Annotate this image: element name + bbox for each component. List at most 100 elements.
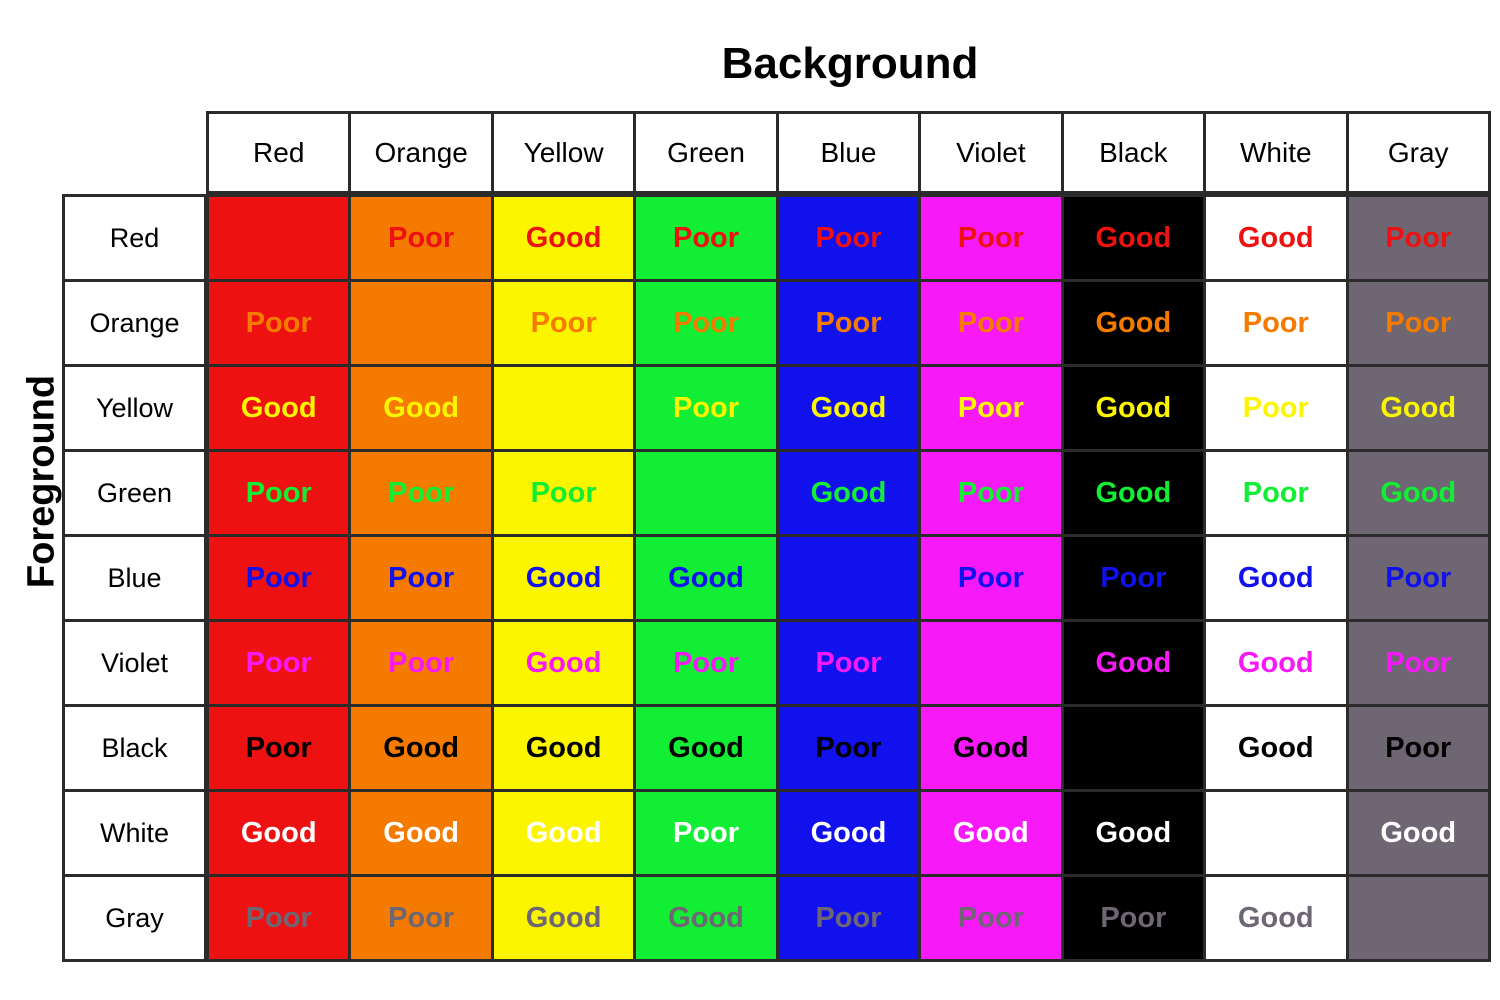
matrix-cell: Poor bbox=[778, 877, 922, 959]
matrix-row: Good Good Poor Good Poor Good Poor Good bbox=[209, 367, 1488, 452]
matrix-cell: Poor bbox=[636, 792, 779, 874]
foreground-axis-title: Foreground bbox=[20, 374, 63, 589]
matrix-cell: Poor bbox=[493, 282, 637, 364]
matrix-cell bbox=[209, 197, 352, 279]
matrix-cell: Poor bbox=[1348, 282, 1488, 364]
matrix-cell: Poor bbox=[209, 452, 352, 534]
matrix-cell: Poor bbox=[1063, 877, 1207, 959]
background-column-header: Violet bbox=[921, 114, 1064, 191]
background-axis-title: Background bbox=[721, 39, 979, 88]
matrix-cell: Good bbox=[351, 792, 494, 874]
matrix-row: Poor Poor Poor Good Poor Good Poor Good bbox=[209, 452, 1488, 537]
matrix-cell: Good bbox=[1063, 622, 1207, 704]
matrix-cell: Poor bbox=[636, 622, 779, 704]
matrix-cell: Good bbox=[921, 707, 1064, 789]
foreground-row-header: Violet bbox=[65, 622, 204, 707]
background-column-header: Yellow bbox=[493, 114, 637, 191]
matrix-cell: Good bbox=[1063, 452, 1207, 534]
matrix-cell: Poor bbox=[1206, 282, 1349, 364]
matrix-cell bbox=[351, 282, 494, 364]
foreground-row-header: Black bbox=[65, 707, 204, 792]
foreground-row-header: Green bbox=[65, 452, 204, 537]
matrix-cell: Good bbox=[1348, 367, 1488, 449]
foreground-row-header: Gray bbox=[65, 877, 204, 959]
matrix-row: Poor Good Good Good Poor Good Good Poor bbox=[209, 707, 1488, 792]
matrix-cell: Poor bbox=[921, 537, 1064, 619]
matrix-cell: Poor bbox=[209, 537, 352, 619]
matrix-cell: Good bbox=[1206, 622, 1349, 704]
foreground-row-header-column: Red Orange Yellow Green Blue Violet Black White… bbox=[62, 194, 207, 962]
matrix-cell: Good bbox=[493, 707, 637, 789]
matrix-cell: Good bbox=[493, 537, 637, 619]
matrix-cell: Good bbox=[351, 707, 494, 789]
background-column-header: Red bbox=[209, 114, 352, 191]
matrix-cell bbox=[1206, 792, 1349, 874]
matrix-cell bbox=[493, 367, 637, 449]
matrix-cell: Poor bbox=[209, 282, 352, 364]
matrix-row: Poor Poor Poor Poor Poor Good Poor Poor bbox=[209, 282, 1488, 367]
matrix-row: Poor Good Poor Poor Poor Good Good Poor bbox=[209, 197, 1488, 282]
background-column-header: Blue bbox=[778, 114, 922, 191]
matrix-cell: Poor bbox=[636, 367, 779, 449]
matrix-cell: Poor bbox=[1206, 367, 1349, 449]
matrix-row: Poor Poor Good Good Poor Poor Poor Good bbox=[209, 877, 1488, 959]
matrix-cell: Poor bbox=[351, 877, 494, 959]
matrix-cell: Good bbox=[636, 877, 779, 959]
foreground-row-header: Blue bbox=[65, 537, 204, 622]
matrix-cell: Poor bbox=[351, 537, 494, 619]
matrix-cell: Poor bbox=[921, 877, 1064, 959]
matrix-cell: Good bbox=[1206, 877, 1349, 959]
matrix-cell: Good bbox=[1206, 197, 1349, 279]
background-column-header: Green bbox=[636, 114, 779, 191]
matrix-cell: Poor bbox=[778, 622, 922, 704]
matrix-cell: Poor bbox=[209, 877, 352, 959]
background-column-header: White bbox=[1206, 114, 1349, 191]
matrix-cell: Poor bbox=[636, 197, 779, 279]
matrix-cell: Good bbox=[636, 537, 779, 619]
matrix-cell: Poor bbox=[209, 622, 352, 704]
matrix-cell: Poor bbox=[209, 707, 352, 789]
matrix-cell: Poor bbox=[921, 197, 1064, 279]
matrix-cell: Good bbox=[778, 452, 922, 534]
matrix-cell: Poor bbox=[351, 452, 494, 534]
matrix-cell bbox=[921, 622, 1064, 704]
matrix-cell: Good bbox=[1206, 707, 1349, 789]
background-column-header: Black bbox=[1063, 114, 1207, 191]
matrix-cell: Good bbox=[1063, 197, 1207, 279]
matrix-cell bbox=[1063, 707, 1207, 789]
matrix-cell: Good bbox=[1206, 537, 1349, 619]
foreground-row-header: Red bbox=[65, 197, 204, 282]
matrix-cell: Good bbox=[209, 367, 352, 449]
matrix-cell: Good bbox=[209, 792, 352, 874]
foreground-row-header: Yellow bbox=[65, 367, 204, 452]
matrix-cell: Good bbox=[1063, 282, 1207, 364]
matrix-row: Poor Poor Good Good Poor Poor Good Poor bbox=[209, 537, 1488, 622]
matrix-cell: Poor bbox=[1348, 537, 1488, 619]
contrast-matrix-chart: Background Foreground Red Orange Yellow Gre… bbox=[0, 0, 1500, 1000]
foreground-row-header: White bbox=[65, 792, 204, 877]
matrix-cell: Poor bbox=[1348, 707, 1488, 789]
foreground-row-header: Orange bbox=[65, 282, 204, 367]
matrix-cell: Good bbox=[1348, 792, 1488, 874]
matrix-cell: Good bbox=[1063, 792, 1207, 874]
matrix-cell: Poor bbox=[921, 367, 1064, 449]
matrix-cell: Poor bbox=[1206, 452, 1349, 534]
matrix-cell: Poor bbox=[351, 622, 494, 704]
contrast-matrix-body: Poor Good Poor Poor Poor Good Good Poor Poor Poor… bbox=[206, 194, 1491, 962]
matrix-cell: Poor bbox=[778, 282, 922, 364]
matrix-cell: Poor bbox=[921, 452, 1064, 534]
matrix-cell: Good bbox=[921, 792, 1064, 874]
matrix-cell: Poor bbox=[351, 197, 494, 279]
matrix-cell: Good bbox=[1063, 367, 1207, 449]
matrix-cell: Good bbox=[493, 792, 637, 874]
matrix-cell: Poor bbox=[636, 282, 779, 364]
background-column-header: Gray bbox=[1348, 114, 1488, 191]
matrix-cell: Poor bbox=[1348, 197, 1488, 279]
background-column-header: Orange bbox=[351, 114, 494, 191]
matrix-cell: Good bbox=[493, 622, 637, 704]
matrix-cell: Poor bbox=[1063, 537, 1207, 619]
matrix-cell bbox=[1348, 877, 1488, 959]
matrix-cell: Poor bbox=[1348, 622, 1488, 704]
matrix-cell: Poor bbox=[778, 197, 922, 279]
matrix-cell: Good bbox=[493, 877, 637, 959]
